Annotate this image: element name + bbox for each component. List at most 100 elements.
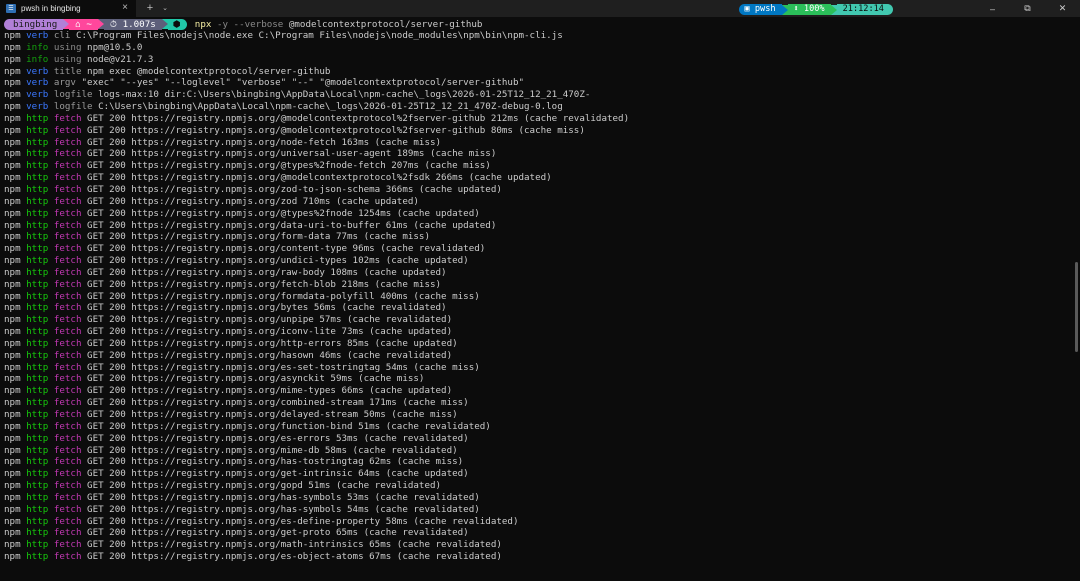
log-level: verb: [26, 65, 49, 77]
log-level: info: [26, 41, 49, 53]
log-level: verb: [26, 30, 49, 41]
log-level: http: [26, 148, 49, 160]
log-prefix: npm: [4, 243, 27, 255]
log-line: npm http fetch GET 200 https://registry.…: [4, 445, 1072, 457]
log-prefix: npm: [4, 53, 27, 65]
log-level: http: [26, 491, 49, 503]
log-message: GET 200 https://registry.npmjs.org/@mode…: [87, 172, 552, 184]
log-message: GET 200 https://registry.npmjs.org/mime-…: [87, 444, 458, 456]
log-message: GET 200 https://registry.npmjs.org/formd…: [87, 290, 480, 302]
log-message: GET 200 https://registry.npmjs.org/@mode…: [87, 124, 585, 136]
right-prompt: ▣ pwsh ⬍ 100% 21:12:14: [738, 4, 893, 15]
log-tag: fetch: [53, 124, 82, 136]
log-message: npm exec @modelcontextprotocol/server-gi…: [87, 65, 331, 77]
log-message: npm@10.5.0: [87, 41, 143, 53]
log-message: GET 200 https://registry.npmjs.org/zod 7…: [87, 195, 419, 207]
log-line: npm http fetch GET 200 https://registry.…: [4, 267, 1072, 279]
log-level: http: [26, 397, 49, 409]
log-tag: fetch: [53, 551, 82, 563]
log-level: http: [26, 243, 49, 255]
terminal-icon: ☰: [6, 4, 16, 13]
log-message: GET 200 https://registry.npmjs.org/es-de…: [87, 515, 519, 527]
log-prefix: npm: [4, 77, 27, 89]
log-line: npm verb cli C:\Program Files\nodejs\nod…: [4, 30, 1072, 42]
log-tag: fetch: [53, 136, 82, 148]
log-prefix: npm: [4, 101, 27, 113]
log-line: npm http fetch GET 200 https://registry.…: [4, 551, 1072, 563]
log-line: npm http fetch GET 200 https://registry.…: [4, 172, 1072, 184]
log-prefix: npm: [4, 456, 27, 468]
log-message: GET 200 https://registry.npmjs.org/form-…: [87, 231, 430, 243]
log-prefix: npm: [4, 255, 27, 267]
log-level: http: [26, 195, 49, 207]
new-tab-button[interactable]: +: [141, 0, 159, 17]
log-tag: fetch: [53, 373, 82, 385]
log-prefix: npm: [4, 65, 27, 77]
log-level: http: [26, 136, 49, 148]
log-prefix: npm: [4, 551, 27, 563]
command-input[interactable]: npx -y --verbose @modelcontextprotocol/s…: [195, 19, 483, 30]
terminal-output[interactable]: bingbing ⌂ ~ ⏱ 1.007s ⬢ npx -y --verbose…: [0, 18, 1072, 581]
log-level: http: [26, 349, 49, 361]
node-icon: ⬢: [167, 18, 187, 30]
log-message: GET 200 https://registry.npmjs.org/undic…: [87, 255, 469, 267]
log-line: npm http fetch GET 200 https://registry.…: [4, 148, 1072, 160]
log-prefix: npm: [4, 515, 27, 527]
log-message: GET 200 https://registry.npmjs.org/zod-t…: [87, 183, 502, 195]
log-tag: fetch: [53, 468, 82, 480]
log-level: http: [26, 468, 49, 480]
log-level: http: [26, 456, 49, 468]
log-message: GET 200 https://registry.npmjs.org/get-i…: [87, 468, 469, 480]
minimize-button[interactable]: –: [975, 0, 1010, 17]
log-prefix: npm: [4, 385, 27, 397]
log-level: verb: [26, 89, 49, 101]
close-window-button[interactable]: ✕: [1045, 0, 1080, 17]
log-line: npm http fetch GET 200 https://registry.…: [4, 160, 1072, 172]
log-line: npm http fetch GET 200 https://registry.…: [4, 314, 1072, 326]
log-tag: logfile: [53, 101, 93, 113]
log-message: GET 200 https://registry.npmjs.org/hasow…: [87, 349, 453, 361]
log-tag: fetch: [53, 207, 82, 219]
close-tab-icon[interactable]: ×: [122, 2, 128, 14]
log-tag: cli: [53, 30, 71, 41]
shell-segment: ▣ pwsh: [738, 4, 782, 15]
log-level: http: [26, 409, 49, 420]
log-prefix: npm: [4, 160, 27, 172]
log-prefix: npm: [4, 409, 27, 420]
log-tag: fetch: [53, 385, 82, 397]
log-line: npm http fetch GET 200 https://registry.…: [4, 291, 1072, 303]
log-message: GET 200 https://registry.npmjs.org/fetch…: [87, 278, 442, 290]
log-level: http: [26, 290, 49, 302]
log-message: GET 200 https://registry.npmjs.org/gopd …: [87, 480, 442, 492]
tab-title: pwsh in bingbing: [21, 4, 81, 13]
log-line: npm http fetch GET 200 https://registry.…: [4, 409, 1072, 421]
log-line: npm info using npm@10.5.0: [4, 42, 1072, 54]
log-tag: fetch: [53, 172, 82, 184]
prompt-duration-segment: ⏱ 1.007s: [103, 18, 162, 30]
log-line: npm http fetch GET 200 https://registry.…: [4, 480, 1072, 492]
tab-pwsh[interactable]: ☰ pwsh in bingbing ×: [0, 0, 136, 17]
battery-segment: ⬍ 100%: [787, 4, 831, 15]
log-level: http: [26, 515, 49, 527]
command-args: -y --verbose: [211, 18, 284, 30]
chevron-down-icon[interactable]: ⌄: [159, 0, 171, 17]
log-message: GET 200 https://registry.npmjs.org/es-ob…: [87, 551, 502, 563]
log-line: npm http fetch GET 200 https://registry.…: [4, 338, 1072, 350]
log-line: npm http fetch GET 200 https://registry.…: [4, 279, 1072, 291]
log-tag: fetch: [53, 278, 82, 290]
scrollbar-thumb[interactable]: [1075, 262, 1078, 352]
log-level: http: [26, 337, 49, 349]
log-line: npm http fetch GET 200 https://registry.…: [4, 492, 1072, 504]
log-message: C:\Program Files\nodejs\node.exe C:\Prog…: [75, 30, 563, 41]
log-level: http: [26, 255, 49, 267]
log-level: http: [26, 385, 49, 397]
log-level: http: [26, 361, 49, 373]
prompt-separator: [161, 19, 168, 29]
log-tag: using: [53, 41, 82, 53]
clock-segment: 21:12:14: [836, 4, 893, 15]
log-line: npm http fetch GET 200 https://registry.…: [4, 397, 1072, 409]
log-tag: title: [53, 65, 82, 77]
log-prefix: npm: [4, 503, 27, 515]
log-message: GET 200 https://registry.npmjs.org/unpip…: [87, 314, 453, 326]
maximize-button[interactable]: ⧉: [1010, 0, 1045, 17]
